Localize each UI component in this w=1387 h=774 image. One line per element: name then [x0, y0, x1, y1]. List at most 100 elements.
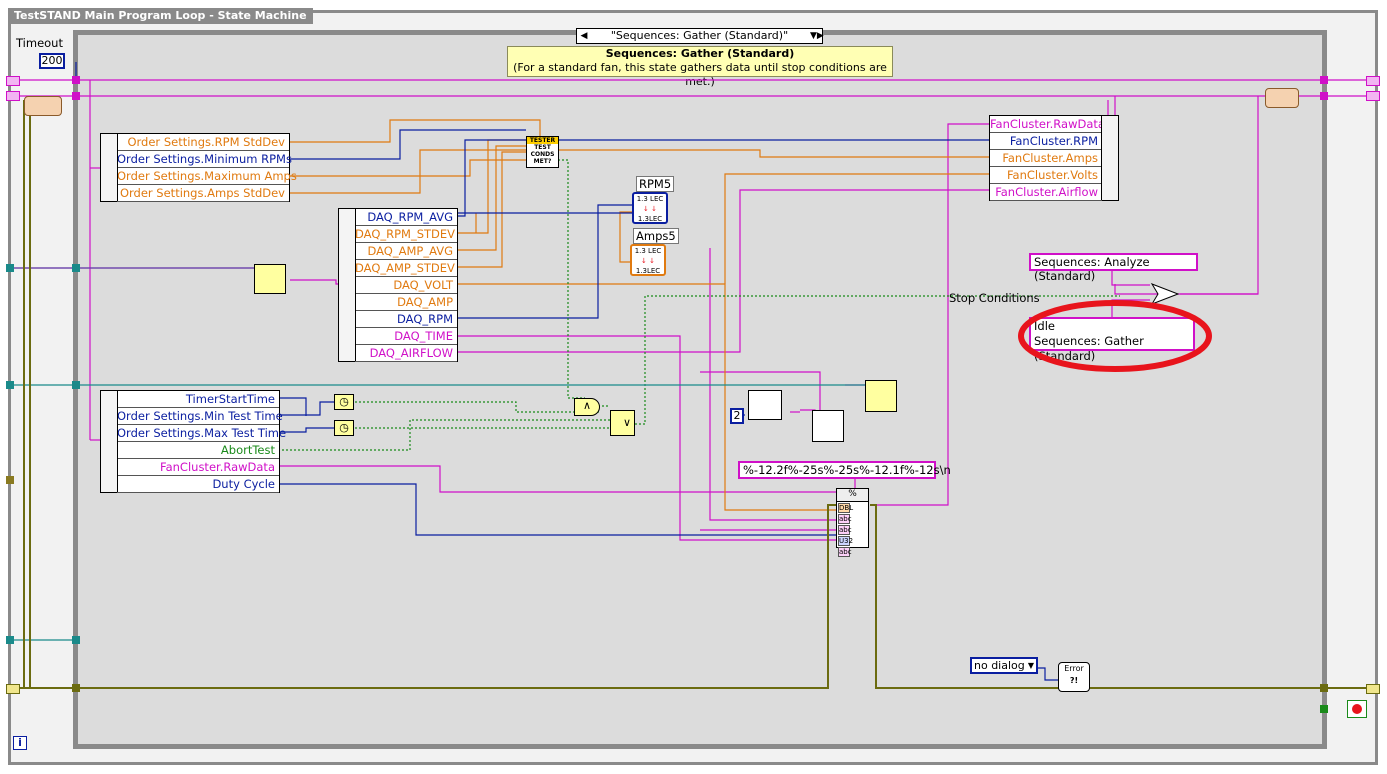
tester-line1: TESTER	[527, 137, 558, 144]
tunnel[interactable]	[72, 381, 80, 389]
red-annotation-circle	[1018, 300, 1212, 372]
order-settings-row[interactable]: Order Settings.Maximum Amps	[117, 168, 297, 185]
daq-row[interactable]: DAQ_AMP	[355, 294, 457, 311]
tunnel[interactable]	[1320, 76, 1328, 84]
tunnel[interactable]	[6, 476, 14, 484]
gather-queue-node[interactable]	[254, 264, 286, 294]
unbundle-strip	[101, 134, 118, 201]
amps5-bottom: 1.3LEC	[635, 267, 661, 275]
fancluster-row[interactable]: FanCluster.Airflow	[990, 184, 1102, 201]
number-to-string-node[interactable]	[748, 390, 782, 420]
next-state-analyze[interactable]: Sequences: Analyze (Standard)	[1029, 253, 1198, 283]
tester-line2: TEST	[534, 144, 551, 151]
timer-row[interactable]: FanCluster.RawData	[117, 459, 279, 476]
rpm5-node[interactable]: 1.3 LEC ↓ ↓ 1.3LEC	[632, 192, 668, 224]
and-node[interactable]: ∧	[574, 398, 600, 416]
fancluster-row[interactable]: FanCluster.RawData	[990, 116, 1105, 133]
shift-register-right-2[interactable]	[1366, 91, 1380, 101]
tunnel[interactable]	[6, 264, 14, 272]
numeric-constant[interactable]: 2	[730, 408, 744, 424]
order-settings-row[interactable]: Order Settings.RPM StdDev	[117, 134, 289, 151]
tester-line4: MET?	[533, 158, 552, 165]
amps5-top: 1.3 LEC	[634, 247, 662, 255]
amps5-node[interactable]: 1.3 LEC ↓ ↓ 1.3LEC	[630, 244, 666, 276]
stop-icon	[1352, 704, 1362, 714]
format-port[interactable]: abc	[838, 525, 852, 535]
rpm5-arrow-icon: ↓ ↓	[643, 205, 657, 213]
order-settings-row[interactable]: Order Settings.Amps StdDev	[117, 185, 289, 202]
daq-row[interactable]: DAQ_TIME	[355, 328, 457, 345]
shift-register-left-1[interactable]	[6, 76, 20, 86]
clock-icon[interactable]: ◷	[334, 420, 354, 436]
timeout-value[interactable]: 200	[39, 53, 65, 69]
timer-row[interactable]: TimerStartTime	[117, 391, 279, 408]
timer-row[interactable]: AbortTest	[117, 442, 279, 459]
unbundle-strip	[101, 391, 118, 492]
order-settings-unbundle[interactable]: Order Settings.RPM StdDev Order Settings.…	[100, 133, 297, 202]
format-port[interactable]: abc	[838, 514, 852, 524]
fancluster-bundle[interactable]: FanCluster.RawData FanCluster.RPM FanClust…	[989, 115, 1119, 201]
unbundle-strip	[339, 209, 356, 361]
rpm5-label: RPM5	[636, 176, 675, 192]
tunnel[interactable]	[72, 76, 80, 84]
format-port[interactable]: DBL	[838, 503, 853, 513]
format-port[interactable]: abc	[838, 547, 852, 557]
shift-register-right-error[interactable]	[1366, 684, 1380, 694]
enqueue-node[interactable]	[865, 380, 897, 412]
wire-canvas	[10, 62, 1368, 689]
stop-tunnel[interactable]	[1320, 705, 1328, 713]
shift-register-right-1[interactable]	[1366, 76, 1380, 86]
simple-error-handler[interactable]: Error ?!	[1058, 662, 1090, 692]
stop-terminal[interactable]	[1347, 700, 1367, 718]
daq-row[interactable]: DAQ_AIRFLOW	[355, 345, 457, 362]
timeout-label: Timeout	[16, 36, 63, 50]
tunnel[interactable]	[72, 684, 80, 692]
rpm5-bottom: 1.3LEC	[637, 215, 663, 223]
fancluster-row[interactable]: FanCluster.Volts	[990, 167, 1102, 184]
daq-row[interactable]: DAQ_AMP_STDEV	[355, 260, 457, 277]
daq-row[interactable]: DAQ_RPM	[355, 311, 457, 328]
format-port[interactable]: U32	[838, 536, 853, 546]
chevron-down-icon[interactable]: ▼	[1028, 659, 1034, 672]
shift-register-left-error[interactable]	[6, 684, 20, 694]
daq-unbundle[interactable]: DAQ_RPM_AVG DAQ_RPM_STDEV DAQ_AMP_AVG DAQ_A…	[338, 208, 458, 362]
rpm5-top: 1.3 LEC	[636, 195, 664, 203]
tunnel[interactable]	[6, 381, 14, 389]
amps5-arrow-icon: ↓ ↓	[641, 257, 655, 265]
build-array-node[interactable]	[812, 410, 844, 442]
timer-row[interactable]: Duty Cycle	[117, 476, 279, 493]
dialog-type-select[interactable]: no dialog ▼	[970, 657, 1038, 674]
daq-row[interactable]: DAQ_VOLT	[355, 277, 457, 294]
timer-row[interactable]: Order Settings.Min Test Time	[117, 408, 283, 425]
error-sub: ?!	[1069, 676, 1079, 685]
tester-line3: CONDS	[530, 151, 555, 158]
dialog-type-value: no dialog	[974, 659, 1025, 672]
tester-subvi[interactable]: TESTER TEST CONDS MET?	[526, 136, 559, 168]
cluster-bundle-icon[interactable]	[1265, 88, 1299, 108]
or-node[interactable]: ∨	[610, 410, 635, 436]
fancluster-row[interactable]: FanCluster.Amps	[990, 150, 1102, 167]
daq-row[interactable]: DAQ_RPM_STDEV	[355, 226, 457, 243]
tunnel[interactable]	[72, 636, 80, 644]
daq-row[interactable]: DAQ_RPM_AVG	[355, 209, 457, 226]
iteration-terminal[interactable]: i	[13, 736, 27, 750]
order-settings-row[interactable]: Order Settings.Minimum RPMs	[117, 151, 292, 168]
tunnel[interactable]	[72, 264, 80, 272]
tunnel[interactable]	[72, 92, 80, 100]
format-string-constant[interactable]: %-12.2f%-25s%-25s%-12.1f%-12s\n	[738, 461, 951, 479]
daq-row[interactable]: DAQ_AMP_AVG	[355, 243, 457, 260]
timer-row[interactable]: Order Settings.Max Test Time	[117, 425, 286, 442]
error-label: Error	[1064, 664, 1084, 673]
fancluster-row[interactable]: FanCluster.RPM	[990, 133, 1102, 150]
format-into-string-node[interactable]: % DBL abc abc U32 abc	[836, 488, 869, 557]
clock-icon[interactable]: ◷	[334, 394, 354, 410]
amps5-label: Amps5	[633, 228, 679, 244]
tunnel[interactable]	[1320, 684, 1328, 692]
format-icon: %	[837, 489, 868, 502]
bundle-strip	[1101, 116, 1118, 200]
tunnel[interactable]	[1320, 92, 1328, 100]
tunnel[interactable]	[6, 636, 14, 644]
shift-register-left-2[interactable]	[6, 91, 20, 101]
timer-unbundle[interactable]: TimerStartTime Order Settings.Min Test Ti…	[100, 390, 286, 493]
cluster-unbundle-icon[interactable]	[24, 96, 62, 116]
